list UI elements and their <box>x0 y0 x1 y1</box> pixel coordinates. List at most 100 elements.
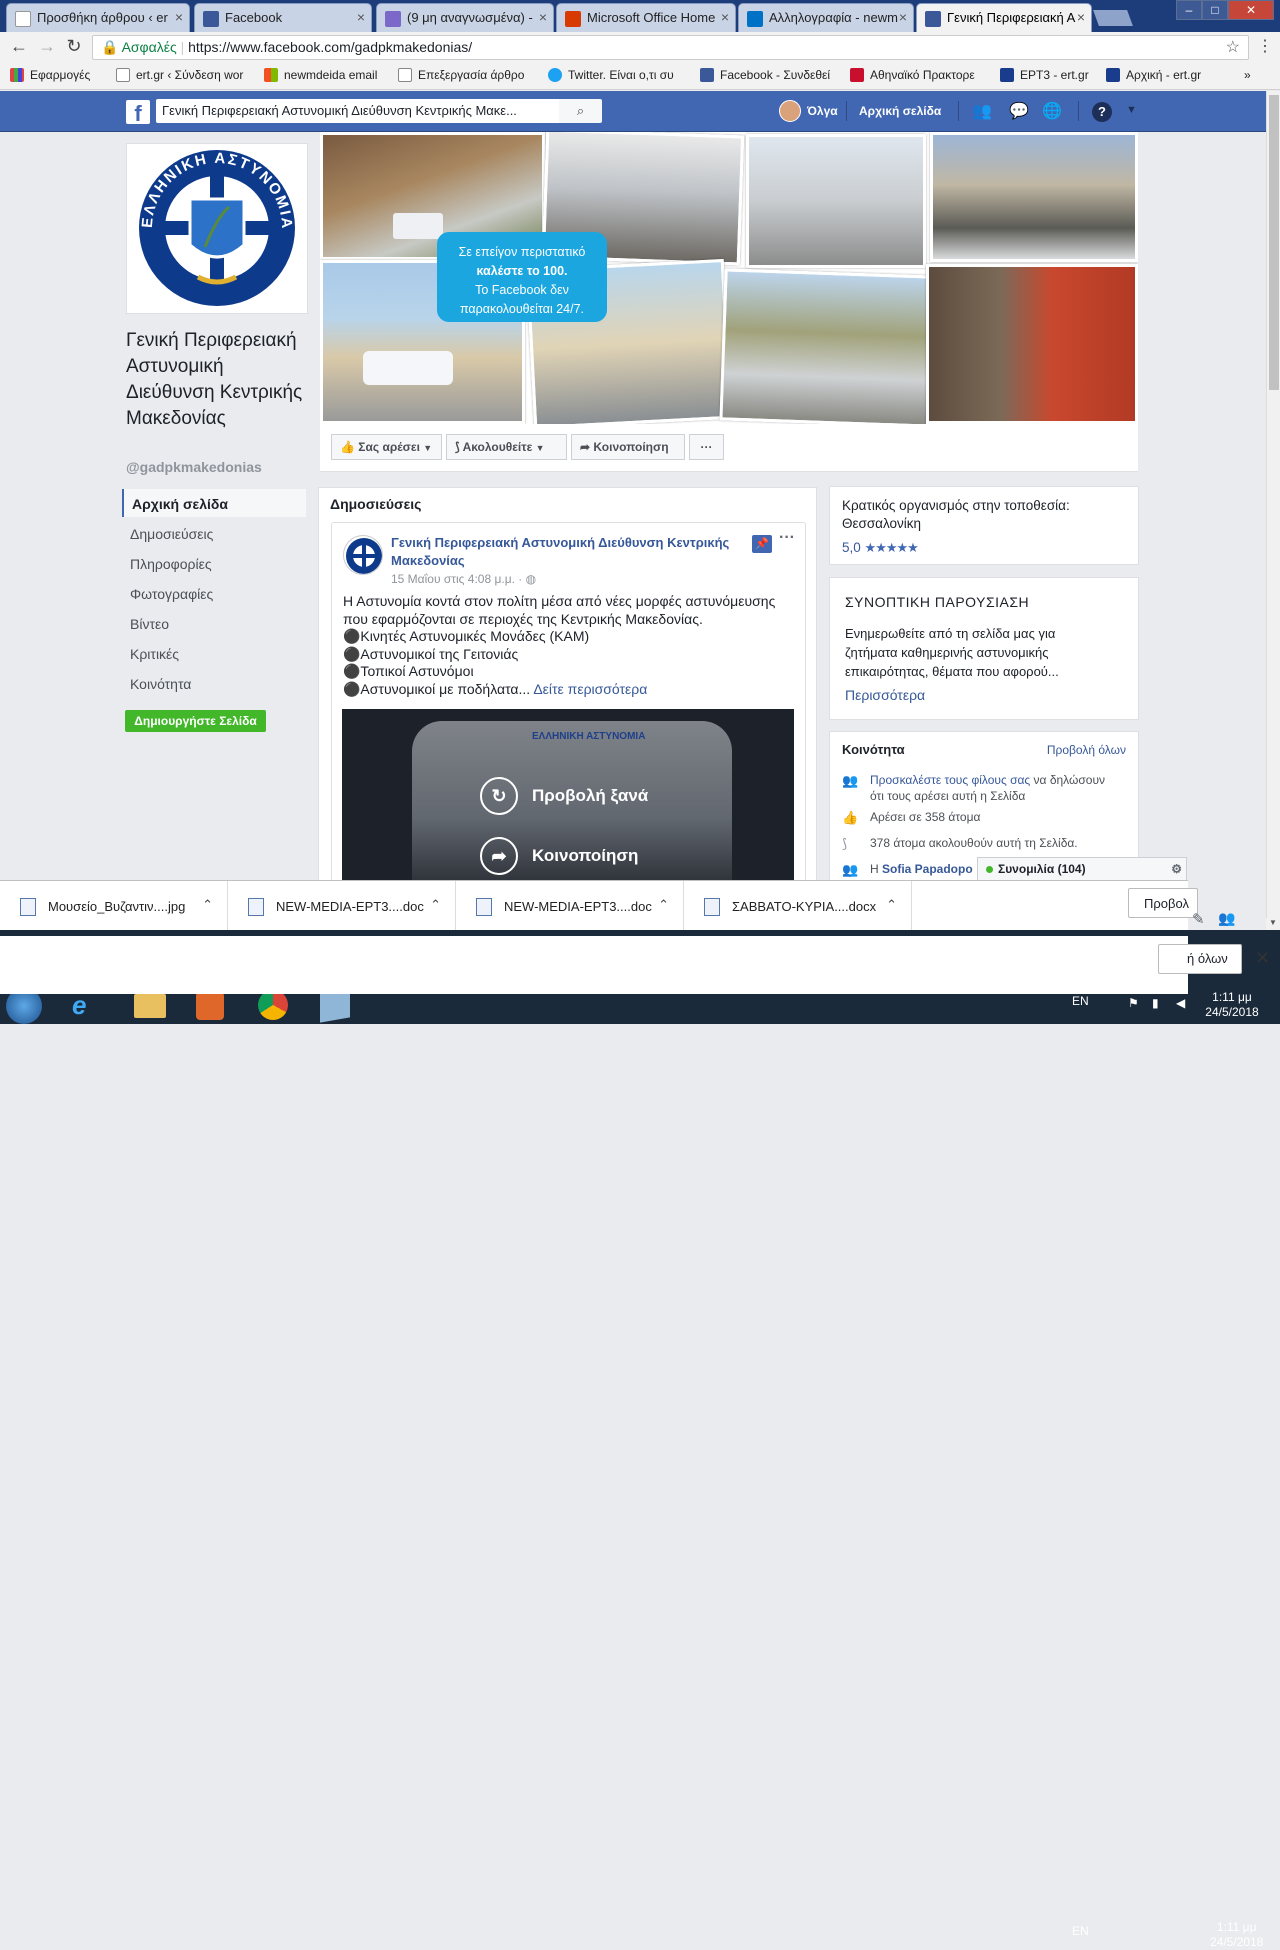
language-indicator[interactable]: EN <box>1072 1924 1089 1938</box>
browser-tab[interactable]: Αλληλογραφία - newm × <box>738 3 914 32</box>
share-button[interactable]: ➦ Κοινοποίηση <box>571 434 685 460</box>
nav-reviews[interactable]: Κριτικές <box>122 639 306 667</box>
chevron-up-icon[interactable]: ⌃ <box>886 897 897 913</box>
page-scrollbar[interactable] <box>1266 91 1280 930</box>
close-tab-icon[interactable]: × <box>721 9 729 25</box>
see-more-link[interactable]: Δείτε περισσότερα <box>533 681 647 697</box>
maximize-button[interactable]: □ <box>1202 0 1228 20</box>
account-menu-chevron-icon[interactable]: ▼ <box>1126 104 1137 116</box>
post-author-avatar[interactable] <box>343 535 383 575</box>
browser-tab[interactable]: Facebook × <box>194 3 372 32</box>
chat-settings-icon[interactable]: ⚙ <box>1171 858 1182 880</box>
contacts-icon[interactable]: 👥 <box>1218 910 1235 927</box>
community-see-all-link[interactable]: Προβολή όλων <box>1047 741 1126 760</box>
home-link[interactable]: Αρχική σελίδα <box>859 104 941 118</box>
bookmarks-overflow[interactable]: » <box>1244 68 1251 82</box>
close-tab-icon[interactable]: × <box>899 9 907 25</box>
browser-tab[interactable]: (9 μη αναγνωσμένα) - × <box>376 3 554 32</box>
close-window-button[interactable]: ✕ <box>1228 0 1274 20</box>
create-page-button[interactable]: Δημιουργήστε Σελίδα <box>125 710 266 732</box>
compose-icon[interactable]: ✎ <box>1192 910 1205 928</box>
system-clock[interactable]: 1:11 μμ 24/5/2018 <box>1200 990 1264 1020</box>
more-options-button[interactable]: ··· <box>689 434 724 460</box>
nav-community[interactable]: Κοινότητα <box>122 669 306 697</box>
nav-videos[interactable]: Βίντεο <box>122 609 306 637</box>
tray-flag-icon[interactable]: ⚑ <box>1128 996 1139 1010</box>
download-item[interactable]: NEW-MEDIA-ΕΡΤ3....doc ⌃ <box>456 881 684 931</box>
new-tab-button[interactable] <box>1093 10 1133 26</box>
close-tab-icon[interactable]: × <box>357 9 365 25</box>
language-indicator[interactable]: EN <box>1072 994 1089 1008</box>
chrome-icon[interactable] <box>258 990 288 1020</box>
chevron-up-icon[interactable]: ⌃ <box>658 897 669 913</box>
replay-button[interactable]: ↻ Προβολή ξανά <box>480 777 648 815</box>
bookmark-item[interactable]: Αρχική - ert.gr <box>1106 68 1201 82</box>
bookmark-item[interactable]: newmdeida email <box>264 68 392 82</box>
about-more-link[interactable]: Περισσότερα <box>845 686 925 705</box>
download-item[interactable]: Μουσείο_Βυζαντιν....jpg ⌃ <box>0 881 228 931</box>
friend-requests-icon[interactable]: 👥 <box>972 101 992 121</box>
bookmark-item[interactable]: ΕΡΤ3 - ert.gr <box>1000 68 1089 82</box>
tray-network-icon[interactable]: ▮ <box>1152 996 1159 1010</box>
system-clock[interactable]: 1:11 μμ 24/5/2018 <box>1210 1920 1263 1950</box>
rating[interactable]: 5,0 ★★★★★ <box>842 538 919 557</box>
download-item[interactable]: ΣΑΒΒΑΤΟ-ΚΥΡΙΑ....docx ⌃ <box>684 881 912 931</box>
nav-home[interactable]: Αρχική σελίδα <box>122 489 306 517</box>
friend-link[interactable]: Sofia Papadopo <box>882 862 973 876</box>
video-share-button[interactable]: ➦ Κοινοποίηση <box>480 837 638 875</box>
invite-friends-link[interactable]: Προσκαλέστε τους φίλους σας <box>870 773 1030 787</box>
file-explorer-icon[interactable] <box>134 994 166 1018</box>
minimize-button[interactable]: – <box>1176 0 1202 20</box>
browser-tab[interactable]: Microsoft Office Home × <box>556 3 736 32</box>
star-icon[interactable]: ☆ <box>1226 36 1240 59</box>
nav-photos[interactable]: Φωτογραφίες <box>122 579 306 607</box>
chevron-up-icon[interactable]: ⌃ <box>430 897 441 913</box>
downloads-show-all-button[interactable]: Προβολ <box>1128 888 1198 918</box>
browser-tab[interactable]: Προσθήκη άρθρου ‹ er × <box>6 3 190 32</box>
forward-icon[interactable]: → <box>36 36 58 57</box>
menu-icon[interactable]: ⋮ <box>1254 36 1276 56</box>
close-overlay-icon[interactable]: ✕ <box>1255 948 1270 969</box>
follow-button[interactable]: ⟆ Ακολουθείτε ▼ <box>446 434 567 460</box>
bookmark-item[interactable]: Επεξεργασία άρθρο <box>398 68 536 82</box>
facebook-logo-icon[interactable]: f <box>126 100 150 126</box>
post-author-link[interactable]: Γενική Περιφερειακή Αστυνομική Διεύθυνση… <box>391 534 761 570</box>
search-icon[interactable]: ⌕ <box>559 99 602 123</box>
tray-volume-icon[interactable]: ◀ <box>1176 996 1185 1010</box>
show-all-button[interactable]: ή όλων <box>1158 944 1242 974</box>
bookmark-item[interactable]: Αθηναϊκό Πρακτορε <box>850 68 986 82</box>
download-item[interactable]: NEW-MEDIA-ΕΡΤ3....doc ⌃ <box>228 881 456 931</box>
media-player-icon[interactable] <box>196 992 224 1020</box>
bookmark-apps[interactable]: Εφαρμογές <box>10 68 90 82</box>
post-options-icon[interactable]: ··· <box>779 529 795 547</box>
nav-about[interactable]: Πληροφορίες <box>122 549 306 577</box>
like-button[interactable]: 👍 Σας αρέσει ▼ <box>331 434 442 460</box>
back-icon[interactable]: ← <box>8 36 30 57</box>
close-tab-icon[interactable]: × <box>1077 9 1085 25</box>
scroll-down-icon[interactable]: ▼ <box>1266 918 1280 930</box>
search-input[interactable]: Γενική Περιφερειακή Αστυνομική Διεύθυνση… <box>156 99 559 123</box>
internet-explorer-icon[interactable]: e <box>72 990 86 1021</box>
chat-bar[interactable]: Συνομιλία (104) ⚙ <box>977 857 1187 881</box>
scrollbar-thumb[interactable] <box>1269 95 1279 390</box>
bookmark-item[interactable]: ert.gr ‹ Σύνδεση wor <box>116 68 243 82</box>
close-tab-icon[interactable]: × <box>539 9 547 25</box>
chevron-up-icon[interactable]: ⌃ <box>202 897 213 913</box>
profile-link[interactable]: Όλγα <box>807 104 838 118</box>
nav-posts[interactable]: Δημοσιεύσεις <box>122 519 306 547</box>
profile-picture[interactable]: ΕΛΛΗΝΙΚΗ ΑΣΤΥΝΟΜΙΑ <box>126 143 308 314</box>
bookmark-item[interactable]: Facebook - Συνδεθεί <box>700 68 836 82</box>
post-timestamp[interactable]: 15 Μαΐου στις 4:08 μ.μ. · ◍ <box>391 572 536 586</box>
messenger-icon[interactable]: 💬 <box>1009 101 1029 121</box>
notifications-globe-icon[interactable]: 🌐 <box>1042 101 1062 121</box>
reload-icon[interactable]: ↻ <box>63 36 85 57</box>
avatar[interactable] <box>779 100 801 122</box>
cover-photo[interactable]: Σε επείγον περιστατικό καλέστε το 100. Τ… <box>320 132 1138 424</box>
bookmark-item[interactable]: Twitter. Είναι ο,τι συ <box>548 68 686 82</box>
browser-tab-active[interactable]: Γενική Περιφερειακή Α × <box>916 3 1092 32</box>
close-tab-icon[interactable]: × <box>175 9 183 25</box>
post-video[interactable]: ΕΛΛΗΝΙΚΗ ΑΣΤΥΝΟΜΙΑ ↻ Προβολή ξανά ➦ Κοινοπ… <box>342 709 794 884</box>
location-label[interactable]: Θεσσαλονίκη <box>842 514 921 533</box>
url-input[interactable]: 🔒 Ασφαλές | https://www.facebook.com/gad… <box>92 35 1249 60</box>
help-icon[interactable]: ? <box>1092 102 1112 122</box>
